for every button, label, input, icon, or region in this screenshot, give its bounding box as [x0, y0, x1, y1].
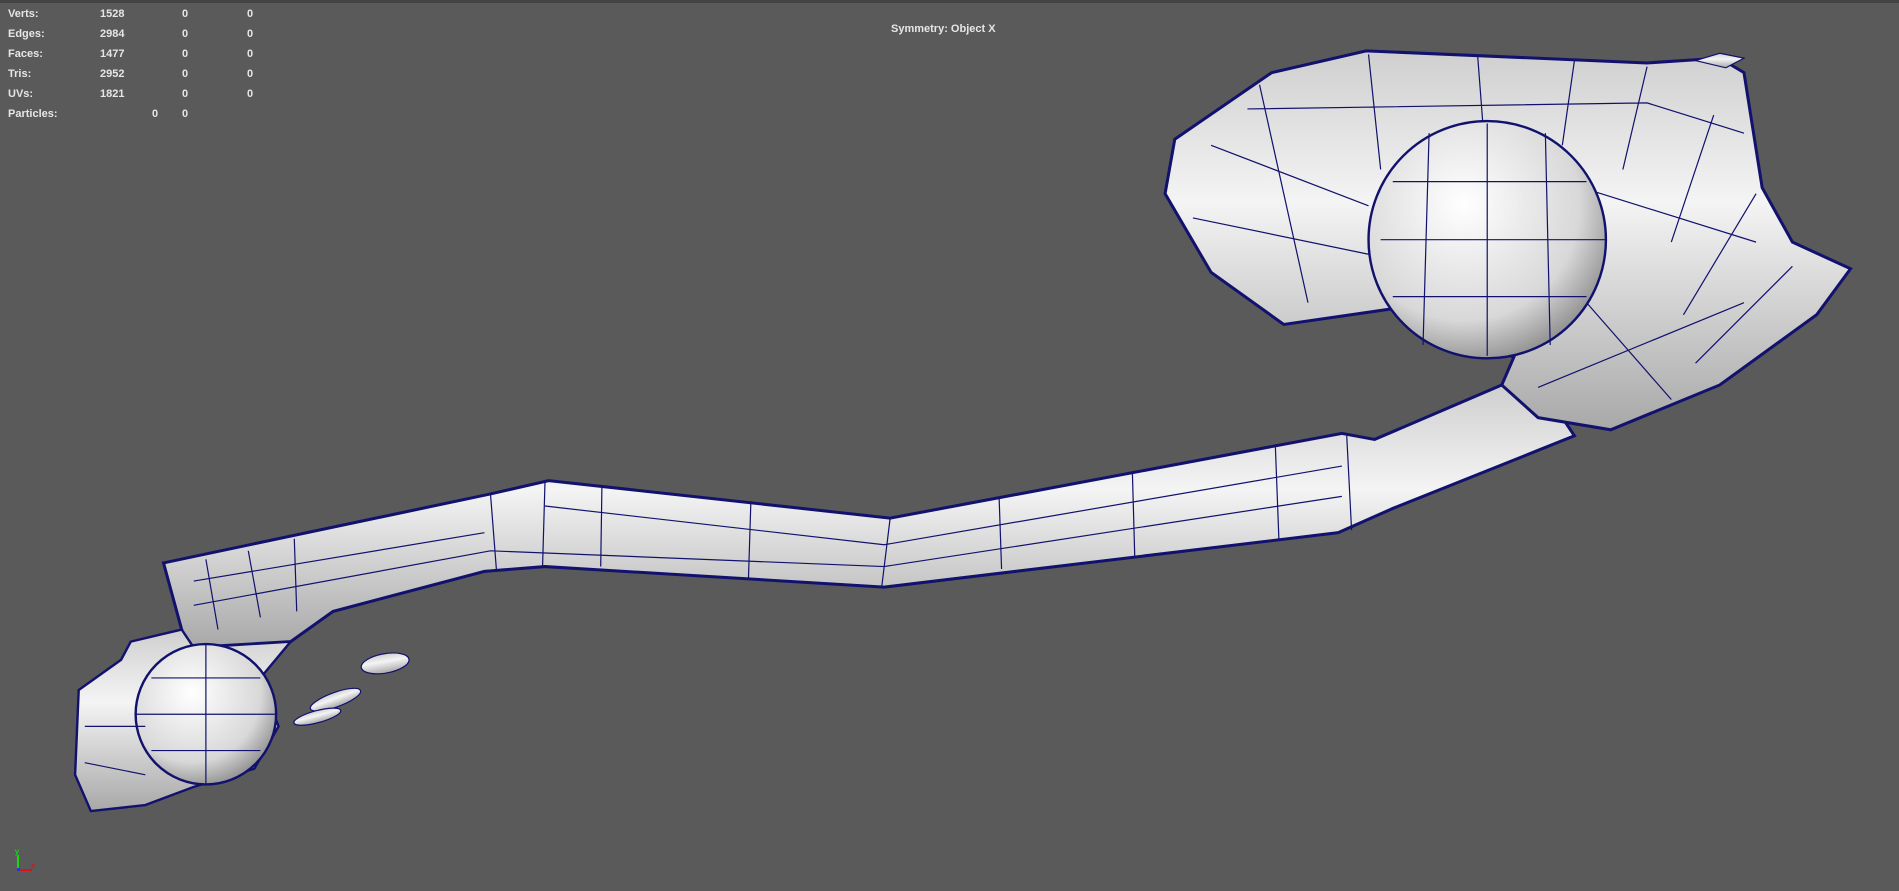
axis-x-label: x — [31, 861, 35, 870]
fragment — [360, 652, 410, 675]
arm-tube — [161, 383, 1577, 650]
axis-gizmo: y x — [10, 845, 40, 875]
axis-icon: y x — [15, 847, 35, 871]
axis-y-label: y — [15, 847, 19, 856]
viewport-mesh[interactable] — [0, 0, 1899, 891]
